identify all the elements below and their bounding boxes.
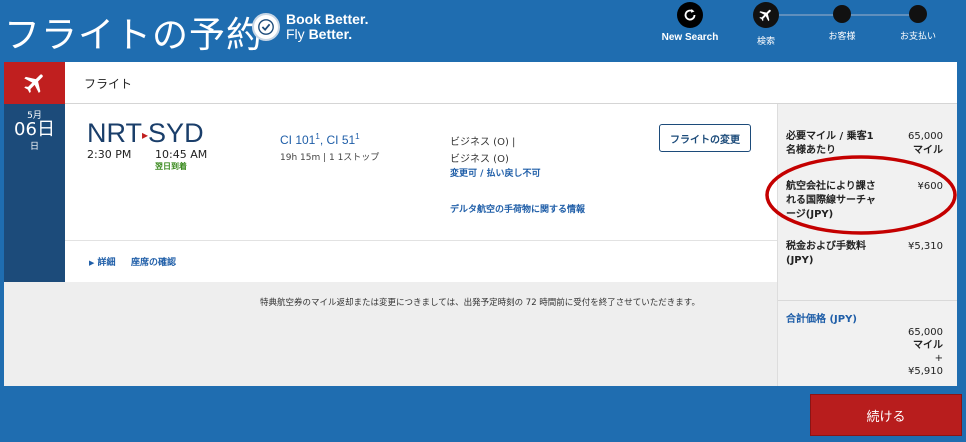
- tax-value: ¥5,310: [908, 241, 943, 252]
- miles-unit: マイル: [913, 145, 943, 156]
- total-miles: 65,000: [908, 327, 943, 338]
- details-link-label: 詳細: [97, 258, 116, 268]
- step-dot-payment: [909, 5, 927, 23]
- miles-value: 65,000: [908, 131, 943, 142]
- baggage-info-link[interactable]: デルタ航空の手荷物に関する情報: [450, 202, 585, 215]
- card-header: フライト: [4, 62, 957, 104]
- next-day-arrival: 翌日到着: [155, 162, 187, 171]
- notice-band: 特典航空券のマイル返却または変更につきましては、出発予定時刻の 72 時間前に受…: [4, 282, 777, 386]
- step-search: 検索: [736, 2, 796, 47]
- miles-required-value: 65,000 マイル: [908, 130, 943, 158]
- tax-label: 税金および手数料(JPY): [786, 241, 866, 266]
- step-dot-customer: [833, 5, 851, 23]
- flight-date: 5月 06日 日: [4, 104, 65, 282]
- destination-code: SYD: [148, 118, 204, 148]
- departure-time: 2:30 PM: [87, 148, 132, 161]
- brand-tagline: Book Better. Fly Better.: [286, 12, 368, 42]
- airplane-icon: [4, 62, 65, 104]
- page-title: フライトの予約: [4, 15, 264, 56]
- date-weekday: 日: [29, 142, 39, 152]
- flight-number-1[interactable]: CI 101: [280, 133, 315, 147]
- flight-details: NRT▸SYD 2:30 PM 10:45 AM 翌日到着 CI 1011, C…: [65, 104, 777, 282]
- flight-duration: 19h 15m | 1 1ストップ: [280, 153, 380, 163]
- arrival-time: 10:45 AM: [155, 148, 208, 161]
- details-row: ▶ 詳細 座席の確認: [65, 240, 777, 282]
- new-search-button[interactable]: New Search: [656, 2, 724, 43]
- brand-line2-bold: Better.: [308, 26, 353, 42]
- cancellation-notice: 特典航空券のマイル返却または変更につきましては、出発予定時刻の 72 時間前に受…: [260, 298, 700, 308]
- step-label-search: 検索: [756, 37, 775, 47]
- step-label-customer: お客様: [828, 32, 856, 42]
- surcharge-label: 航空会社により課される国際線サーチャージ(JPY): [786, 181, 876, 220]
- refresh-icon: [677, 2, 703, 28]
- cabin-class-1: ビジネス (O) |: [450, 137, 516, 148]
- miles-required-label: 必要マイル / 乗客1名様あたり: [786, 131, 874, 156]
- flight-number-2[interactable]: CI 51: [326, 133, 355, 147]
- flight-card: フライト 5月 06日 日 NRT▸SYD 2:30 PM 10:45 AM 翌…: [4, 62, 957, 386]
- surcharge-value: ¥600: [917, 181, 943, 192]
- new-search-label: New Search: [661, 32, 719, 43]
- brand-line1: Book Better.: [286, 11, 369, 27]
- summary-divider: [778, 300, 957, 301]
- step-label-payment: お支払い: [899, 32, 936, 42]
- total-price-value: 65,000 マイル + ¥5,910: [908, 326, 943, 378]
- total-plus: +: [934, 353, 943, 364]
- section-title: フライト: [84, 77, 133, 91]
- brand-logo-group: Book Better. Fly Better.: [252, 12, 368, 42]
- change-flight-button[interactable]: フライトの変更: [659, 124, 751, 152]
- brand-line2-prefix: Fly: [286, 26, 309, 42]
- step-payment: お支払い: [888, 2, 948, 42]
- route: NRT▸SYD: [87, 118, 204, 149]
- airplane-icon: [753, 2, 779, 28]
- date-day: 06日: [14, 119, 55, 140]
- price-summary: 必要マイル / 乗客1名様あたり 65,000 マイル 航空会社により課される国…: [777, 104, 957, 386]
- badge-check-icon: [252, 13, 280, 41]
- flight-2-footnote: 1: [355, 132, 360, 141]
- caret-right-icon: ▶: [89, 259, 95, 267]
- booking-progress-steps: 検索 お客様 お支払い: [740, 2, 966, 47]
- details-link[interactable]: ▶ 詳細: [89, 255, 116, 268]
- flight-numbers: CI 1011, CI 511: [280, 132, 360, 147]
- total-miles-unit: マイル: [913, 340, 943, 351]
- step-customer: お客様: [812, 2, 872, 42]
- fare-rules-link[interactable]: 変更可 / 払い戻し不可: [450, 166, 541, 179]
- continue-button[interactable]: 続ける: [810, 394, 962, 436]
- total-yen: ¥5,910: [908, 366, 943, 377]
- cabin-class-2: ビジネス (O): [450, 154, 509, 165]
- total-price-label: 合計価格 (JPY): [786, 314, 857, 325]
- origin-code: NRT: [87, 118, 143, 148]
- seat-check-link[interactable]: 座席の確認: [131, 255, 176, 268]
